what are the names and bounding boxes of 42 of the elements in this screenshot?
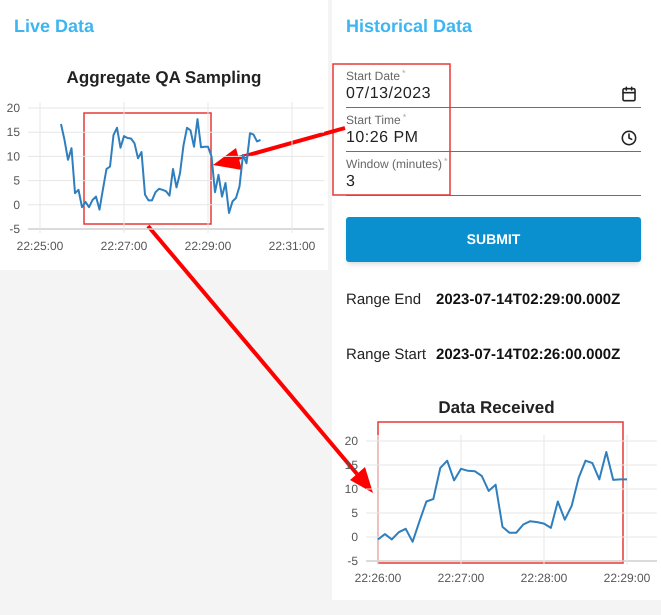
form-field[interactable]: Start Date * 07/13/2023: [346, 64, 641, 108]
chart-title: Data Received: [438, 397, 555, 420]
submit-button[interactable]: SUBMIT: [346, 217, 641, 262]
form-field[interactable]: Window (minutes) * 3: [346, 152, 641, 196]
chart-title: Aggregate QA Sampling: [66, 67, 262, 90]
axis-label: 22:27:00: [100, 239, 148, 253]
axis-label: 0: [351, 530, 358, 544]
axis-label: 15: [6, 125, 20, 140]
field-label: Window (minutes): [346, 156, 442, 173]
panel-title: Live Data: [14, 16, 94, 36]
axis-label: 22:29:00: [604, 571, 650, 585]
axis-label: 22:29:00: [184, 239, 232, 253]
axis-label: -5: [9, 222, 20, 236]
range-value: 2023-07-14T02:29:00.000Z: [436, 290, 620, 310]
range-value: 2023-07-14T02:26:00.000Z: [436, 344, 620, 365]
form-field[interactable]: Start Time * 10:26 PM: [346, 108, 641, 152]
required-mark: *: [402, 67, 406, 80]
axis-label: 22:31:00: [268, 239, 316, 253]
axis-label: 20: [344, 434, 358, 448]
range-label: Range End: [346, 290, 422, 310]
axis-label: 22:27:00: [438, 571, 484, 585]
axis-label: 22:25:00: [16, 239, 64, 253]
axis-label: 5: [351, 506, 358, 520]
field-value: 07/13/2023: [346, 84, 432, 104]
axis-label: 10: [6, 149, 20, 164]
field-value: 3: [346, 172, 356, 192]
clock-icon[interactable]: [621, 130, 637, 146]
field-label: Start Time: [346, 112, 401, 129]
axis-label: 20: [6, 101, 20, 115]
field-label: Start Date: [346, 68, 400, 85]
axis-label: -5: [347, 554, 358, 568]
calendar-icon[interactable]: [621, 86, 637, 102]
required-mark: *: [444, 155, 448, 168]
axis-label: 0: [13, 198, 20, 212]
axis-label: 10: [344, 482, 358, 496]
panel-title: Historical Data: [346, 16, 472, 36]
required-mark: *: [402, 111, 406, 124]
axis-label: 22:26:00: [354, 571, 402, 585]
axis-label: 5: [13, 174, 20, 188]
field-value: 10:26 PM: [346, 128, 418, 148]
axis-label: 22:28:00: [520, 571, 568, 585]
range-label: Range Start: [346, 344, 428, 365]
